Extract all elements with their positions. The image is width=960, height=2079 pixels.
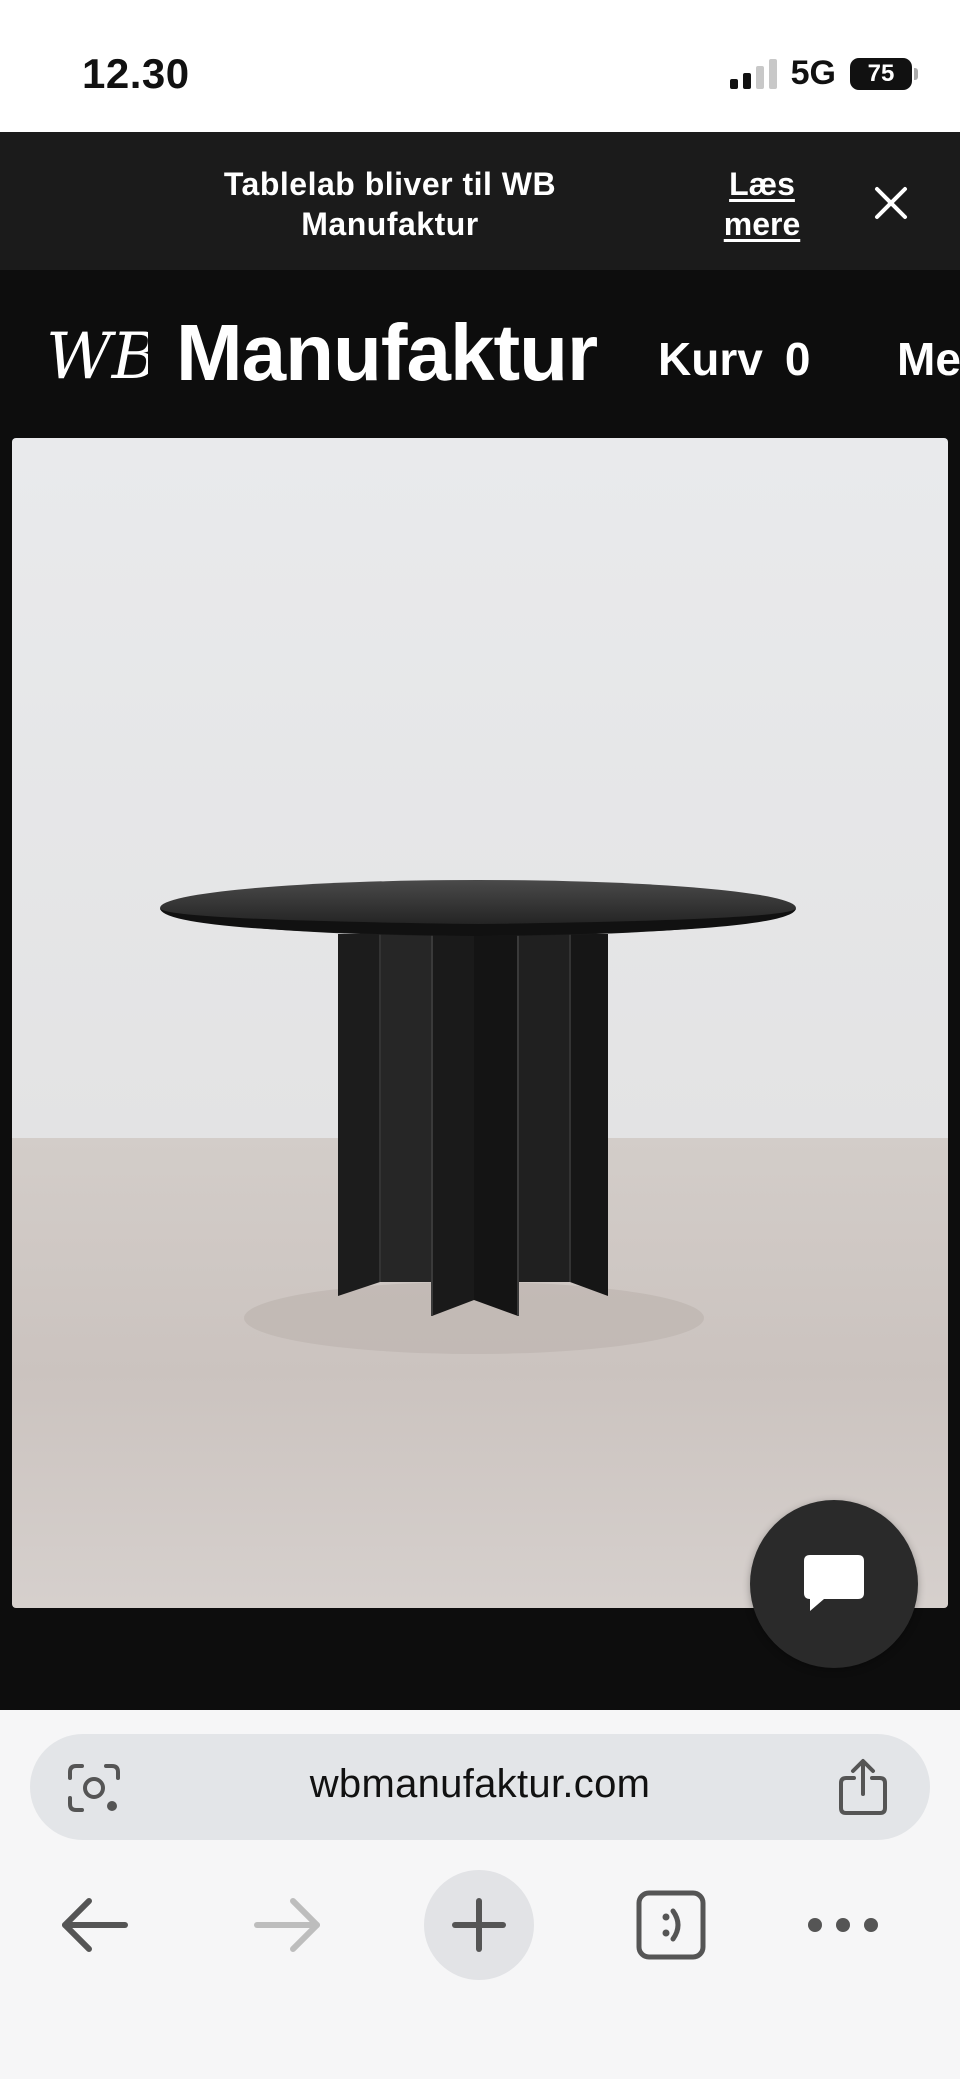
cart-count: 0 (784, 333, 811, 385)
url-text: wbmanufaktur.com (309, 1762, 651, 1806)
share-icon[interactable] (836, 1758, 890, 1816)
status-indicators: 5G 75 (729, 54, 918, 93)
table-photo (12, 438, 948, 1608)
banner-message: Tablelab bliver til WB Manufaktur (223, 166, 557, 242)
more-dots-icon (808, 1918, 878, 1932)
product-image[interactable] (12, 438, 948, 1608)
logo-mark-text: WB (46, 320, 148, 392)
battery-icon: 75 (850, 57, 918, 90)
status-time: 12.30 (82, 50, 190, 97)
read-more-link[interactable]: Læs mere (710, 164, 814, 244)
arrow-right-icon (254, 1898, 320, 1952)
plus-icon (452, 1898, 506, 1952)
chat-bubble-icon (804, 1555, 864, 1611)
announcement-banner: Tablelab bliver til WB Manufaktur Læs me… (0, 132, 960, 270)
cart-button[interactable]: Kurv 0 (658, 332, 810, 386)
cart-label: Kurv (658, 333, 763, 385)
site-header: WB Manufaktur Kurv 0 Menu (0, 270, 960, 438)
browser-toolbar: wbmanufaktur.com (0, 1710, 960, 2079)
arrow-left-icon (62, 1898, 128, 1952)
back-button[interactable] (40, 1870, 150, 1980)
wb-logo-mark[interactable]: WB (44, 316, 148, 392)
url-bar[interactable]: wbmanufaktur.com (30, 1734, 930, 1840)
menu-button[interactable]: Menu (897, 332, 960, 386)
more-button[interactable] (788, 1870, 898, 1980)
chat-button[interactable] (750, 1500, 918, 1668)
network-type: 5G (790, 54, 836, 92)
tab-switcher-icon (636, 1890, 706, 1960)
close-icon[interactable] (870, 182, 912, 224)
tab-switcher-button[interactable] (616, 1870, 726, 1980)
brand-name[interactable]: Manufaktur (176, 308, 598, 398)
forward-button[interactable] (232, 1870, 342, 1980)
battery-level: 75 (867, 59, 895, 87)
status-bar: 12.30 5G 75 (0, 0, 960, 132)
new-tab-button[interactable] (424, 1870, 534, 1980)
signal-icon (729, 58, 777, 89)
main-content: 3 (0, 438, 960, 1710)
browser-nav-row (0, 1870, 960, 1980)
